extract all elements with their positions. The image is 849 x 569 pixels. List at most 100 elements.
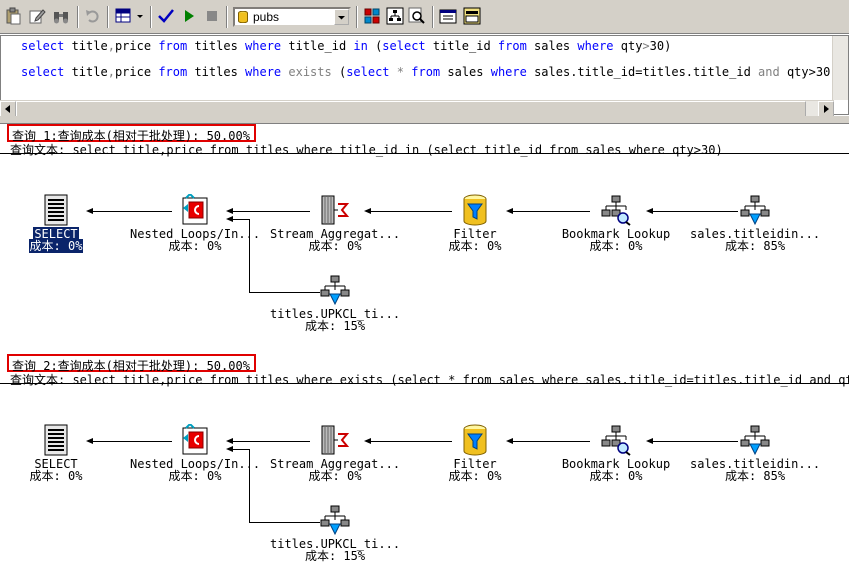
sql-token: from: [497, 39, 527, 53]
sql-token: title_id: [425, 39, 498, 53]
execution-plan-icon[interactable]: [386, 7, 404, 25]
select-node[interactable]: SELECT 成本: 0%: [0, 194, 121, 254]
sql-line-2[interactable]: select title,price from titles where exi…: [21, 65, 838, 79]
divider: [0, 153, 849, 154]
edit-icon[interactable]: [28, 7, 46, 25]
sql-token: exists: [288, 65, 332, 79]
node-cost-row: 成本: 0%: [0, 470, 121, 482]
titles-index-node[interactable]: titles.UPKCL_ti... 成本: 15%: [270, 504, 400, 564]
nested-loops-node[interactable]: Nested Loops/In... 成本: 0%: [130, 194, 260, 254]
execute-icon[interactable]: [180, 7, 198, 25]
chevron-down-icon[interactable]: [135, 7, 145, 25]
sql-line-1[interactable]: select title,price from titles where tit…: [21, 39, 671, 53]
titles-index-node[interactable]: titles.UPKCL_ti... 成本: 15%: [270, 274, 400, 334]
node-cost: 成本: 0%: [28, 239, 84, 253]
chevron-down-icon[interactable]: [334, 9, 349, 25]
bookmark-lookup-icon: [601, 424, 631, 456]
node-cost: 成本: 15%: [304, 319, 366, 333]
sql-token: ,: [107, 65, 115, 79]
results-grid-icon[interactable]: [114, 7, 132, 25]
scroll-right-icon[interactable]: [818, 101, 834, 117]
toolbar-separator: [77, 6, 79, 28]
sql-token: qty: [613, 39, 643, 53]
options-icon[interactable]: [439, 7, 457, 25]
sql-token: sales: [526, 39, 578, 53]
stream-aggregate-node[interactable]: Stream Aggregat... 成本: 0%: [270, 424, 400, 484]
node-cost: 成本: 0%: [589, 469, 643, 483]
node-cost-row: 成本: 0%: [130, 240, 260, 252]
node-cost-row: 成本: 0%: [270, 240, 400, 252]
sql-token: where: [245, 65, 282, 79]
toolbar-separator: [356, 6, 358, 28]
parse-check-icon[interactable]: [157, 7, 175, 25]
select-icon: [41, 194, 71, 226]
database-name: pubs: [253, 10, 280, 24]
node-cost: 成本: 0%: [589, 239, 643, 253]
node-cost-row: 成本: 0%: [551, 240, 681, 252]
filter-node[interactable]: Filter 成本: 0%: [410, 424, 540, 484]
node-cost-row: 成本: 15%: [270, 320, 400, 332]
sql-token: price: [114, 39, 159, 53]
index-seek-icon: [320, 504, 350, 536]
nested-loops-node[interactable]: Nested Loops/In... 成本: 0%: [130, 424, 260, 484]
sql-token: from: [411, 65, 441, 79]
sql-token: title: [64, 65, 108, 79]
filter-icon: [460, 424, 490, 456]
sales-index-node[interactable]: sales.titleidin... 成本: 85%: [690, 424, 820, 484]
node-cost-row: 成本: 85%: [690, 240, 820, 252]
results-pane-icon[interactable]: [463, 7, 481, 25]
node-cost-row: 成本: 0%: [410, 240, 540, 252]
query-header: 查询 1:查询成本(相对于批处理): 50.00% 查询文本: select ti…: [0, 124, 849, 158]
sql-token: where: [245, 39, 282, 53]
scroll-left-icon[interactable]: [0, 101, 16, 117]
node-cost: 成本: 0%: [448, 469, 502, 483]
node-cost-row: 成本: 0%: [270, 470, 400, 482]
find-icon[interactable]: [52, 7, 70, 25]
node-cost: 成本: 15%: [304, 549, 366, 563]
node-cost: 成本: 0%: [448, 239, 502, 253]
sql-token: title_id: [281, 39, 354, 53]
horizontal-scrollbar[interactable]: [0, 100, 834, 117]
vertical-scrollbar[interactable]: [832, 36, 848, 100]
sales-index-node[interactable]: sales.titleidin... 成本: 85%: [690, 194, 820, 254]
find-object-icon[interactable]: [408, 7, 426, 25]
sql-token: select: [21, 39, 65, 53]
bookmark-lookup-node[interactable]: Bookmark Lookup 成本: 0%: [551, 424, 681, 484]
node-cost-row: 成本: 15%: [270, 550, 400, 562]
node-cost: 成本: 0%: [308, 469, 362, 483]
sql-token: where: [577, 39, 614, 53]
toolbar-separator: [226, 6, 228, 28]
scrollbar-thumb[interactable]: [16, 101, 806, 117]
pane-splitter[interactable]: [0, 116, 849, 124]
divider: [0, 383, 849, 384]
sql-token: sales.title_id=titles.title_id: [526, 65, 759, 79]
object-browser-icon[interactable]: [363, 7, 381, 25]
query-cost-label: 查询 1:查询成本(相对于批处理): 50.00%: [7, 124, 256, 143]
filter-node[interactable]: Filter 成本: 0%: [410, 194, 540, 254]
sql-token: where: [490, 65, 527, 79]
database-select[interactable]: pubs: [233, 7, 351, 27]
sql-token: (: [367, 39, 383, 53]
paste-icon[interactable]: [4, 7, 22, 25]
undo-icon[interactable]: [84, 7, 102, 25]
index-seek-icon: [740, 194, 770, 226]
execution-plan-pane: 查询 1:查询成本(相对于批处理): 50.00% 查询文本: select ti…: [0, 124, 849, 569]
node-cost-row: 成本: 0%: [0, 239, 121, 253]
node-cost-row: 成本: 0%: [551, 470, 681, 482]
sql-token: from: [158, 65, 188, 79]
stream-aggregate-icon: [320, 424, 350, 456]
sql-token: (: [331, 65, 347, 79]
nested-loops-icon: [180, 194, 210, 226]
node-cost-row: 成本: 0%: [130, 470, 260, 482]
stop-icon[interactable]: [203, 7, 221, 25]
sql-token: titles: [187, 65, 246, 79]
sql-token: titles: [187, 39, 246, 53]
stream-aggregate-node[interactable]: Stream Aggregat... 成本: 0%: [270, 194, 400, 254]
bookmark-lookup-node[interactable]: Bookmark Lookup 成本: 0%: [551, 194, 681, 254]
select-node[interactable]: SELECT 成本: 0%: [0, 424, 121, 484]
sql-token: title: [64, 39, 108, 53]
query-header: 查询 2:查询成本(相对于批处理): 50.00% 查询文本: select ti…: [0, 354, 849, 388]
bookmark-lookup-icon: [601, 194, 631, 226]
node-cost: 成本: 0%: [308, 239, 362, 253]
